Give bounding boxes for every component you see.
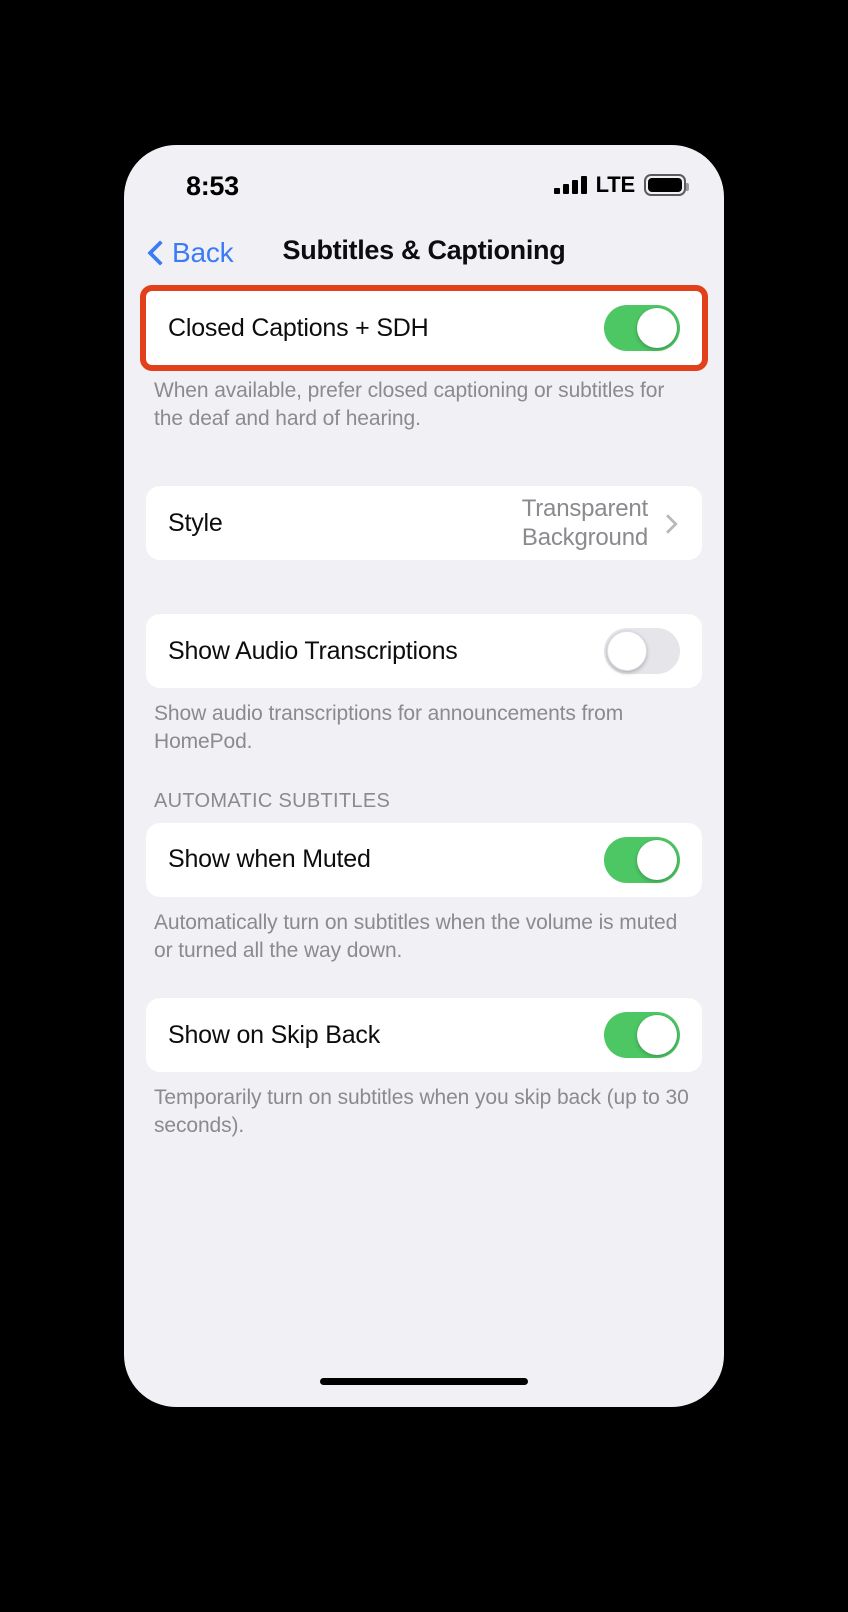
battery-fill (648, 178, 682, 192)
toggle-knob (637, 839, 677, 880)
chevron-right-icon (658, 512, 680, 534)
settings-group-closed-captions: Closed Captions + SDH (140, 285, 708, 371)
battery-icon (644, 174, 689, 196)
cellular-signal-icon (553, 176, 587, 194)
style-value: Transparent Background (521, 495, 649, 552)
toggle-knob (607, 631, 647, 672)
screenshot-canvas: 8:53 LTE Back Subtitles & Captioning Clo… (0, 0, 848, 1612)
navigation-bar: Back Subtitles & Captioning (124, 217, 724, 291)
row-label: Show Audio Transcriptions (168, 636, 458, 665)
home-indicator[interactable] (320, 1378, 528, 1385)
footer-audio-transcriptions: Show audio transcriptions for announceme… (154, 702, 624, 754)
closed-captions-sdh-toggle[interactable] (604, 305, 680, 351)
show-audio-transcriptions-toggle[interactable] (604, 628, 680, 675)
toggle-knob (637, 1015, 677, 1056)
row-label: Closed Captions + SDH (168, 313, 429, 342)
status-time: 8:53 (186, 171, 239, 201)
toggle-knob (637, 308, 677, 348)
status-indicators: LTE (553, 172, 689, 198)
row-label: Style (168, 508, 223, 537)
footer-closed-captions: When available, prefer closed captioning… (154, 379, 665, 430)
row-show-audio-transcriptions[interactable]: Show Audio Transcriptions (146, 614, 702, 689)
carrier-network-label: LTE (595, 172, 636, 197)
settings-group-audio-transcriptions: Show Audio Transcriptions (146, 614, 702, 689)
show-when-muted-toggle[interactable] (604, 836, 680, 883)
show-on-skip-back-toggle[interactable] (604, 1012, 680, 1059)
row-label: Show when Muted (168, 845, 371, 874)
row-closed-captions-sdh[interactable]: Closed Captions + SDH (146, 291, 702, 365)
phone-screen: 8:53 LTE Back Subtitles & Captioning Clo… (124, 145, 724, 1407)
section-header-automatic-subtitles: AUTOMATIC SUBTITLES (154, 789, 391, 812)
footer-show-when-muted: Automatically turn on subtitles when the… (154, 910, 678, 962)
settings-list[interactable]: Closed Captions + SDH When available, pr… (124, 285, 724, 1407)
row-style[interactable]: Style Transparent Background (146, 486, 702, 561)
page-title: Subtitles & Captioning (282, 235, 566, 265)
settings-group-show-when-muted: Show when Muted (146, 822, 702, 897)
row-show-on-skip-back[interactable]: Show on Skip Back (146, 998, 702, 1073)
status-bar: 8:53 LTE (124, 145, 724, 217)
settings-group-show-on-skip-back: Show on Skip Back (146, 998, 702, 1073)
row-label: Show on Skip Back (168, 1020, 380, 1049)
settings-group-style: Style Transparent Background (146, 486, 702, 561)
footer-show-on-skip-back: Temporarily turn on subtitles when you s… (154, 1086, 689, 1138)
row-show-when-muted[interactable]: Show when Muted (146, 822, 702, 897)
